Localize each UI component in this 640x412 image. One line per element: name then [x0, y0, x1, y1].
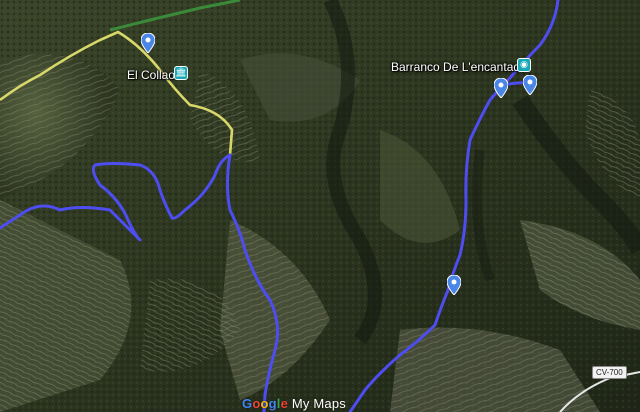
location-pin-barranco-east[interactable]: [523, 75, 537, 95]
road-badge-cv700: CV-700: [592, 366, 627, 379]
watermark-letter: e: [280, 396, 289, 411]
watermark-text: My Maps: [288, 396, 346, 411]
place-label-barranco[interactable]: Barranco De L'encantada: [391, 60, 527, 74]
watermark-letter: g: [268, 396, 277, 411]
location-pin-barranco-west[interactable]: [494, 78, 508, 98]
watermark-letter: G: [242, 396, 253, 411]
map-view[interactable]: El Collao 🏛 Barranco De L'encantada ◉ CV…: [0, 0, 640, 412]
satellite-imagery: [0, 0, 640, 412]
museum-icon[interactable]: 🏛: [174, 66, 188, 80]
watermark-letter: o: [260, 396, 269, 411]
location-pin-el-collao[interactable]: [141, 33, 155, 53]
viewpoint-icon[interactable]: ◉: [517, 58, 531, 72]
google-my-maps-watermark: Google My Maps: [242, 396, 346, 411]
location-pin-route-mid[interactable]: [447, 275, 461, 295]
place-label-el-collao[interactable]: El Collao: [127, 68, 175, 82]
